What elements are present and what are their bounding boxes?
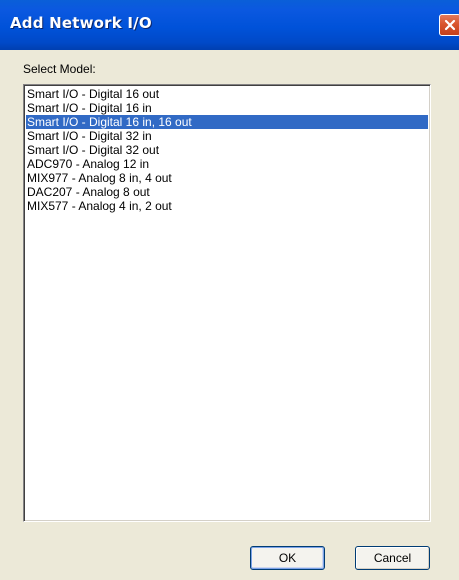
cancel-button[interactable]: Cancel: [355, 546, 430, 570]
window-title: Add Network I/O: [10, 14, 152, 32]
list-item[interactable]: Smart I/O - Digital 16 in: [26, 101, 428, 115]
list-item[interactable]: MIX977 - Analog 8 in, 4 out: [26, 171, 428, 185]
list-item[interactable]: ADC970 - Analog 12 in: [26, 157, 428, 171]
list-item[interactable]: Smart I/O - Digital 16 out: [26, 87, 428, 101]
add-network-io-dialog: Add Network I/O Select Model: Smart I/O …: [0, 0, 459, 580]
list-item[interactable]: Smart I/O - Digital 32 out: [26, 143, 428, 157]
list-item[interactable]: Smart I/O - Digital 32 in: [26, 129, 428, 143]
close-button[interactable]: [439, 14, 459, 36]
select-model-label: Select Model:: [23, 62, 96, 76]
model-listbox[interactable]: Smart I/O - Digital 16 out Smart I/O - D…: [23, 84, 431, 522]
list-item[interactable]: MIX577 - Analog 4 in, 2 out: [26, 199, 428, 213]
ok-button[interactable]: OK: [250, 546, 325, 570]
list-item[interactable]: DAC207 - Analog 8 out: [26, 185, 428, 199]
title-bar[interactable]: Add Network I/O: [0, 0, 459, 50]
list-item[interactable]: Smart I/O - Digital 16 in, 16 out: [26, 115, 428, 129]
close-icon: [444, 19, 456, 31]
